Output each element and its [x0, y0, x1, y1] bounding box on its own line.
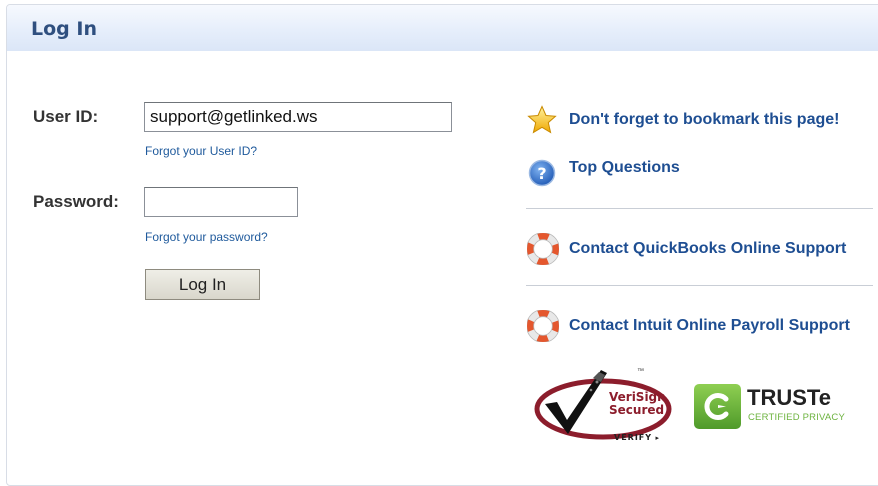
verisign-tm: ™: [637, 368, 644, 375]
divider: [526, 285, 873, 286]
question-icon: ?: [528, 159, 556, 192]
panel-header: [7, 5, 878, 51]
contact-quickbooks-support-link[interactable]: Contact QuickBooks Online Support: [569, 240, 846, 258]
verisign-line2: Secured: [609, 403, 665, 417]
lifebuoy-icon: [526, 232, 560, 270]
top-questions-link[interactable]: Top Questions: [569, 159, 680, 177]
truste-name: TRUSTe: [747, 385, 831, 410]
verisign-secured-badge[interactable]: VeriSign Secured VERIFY ▸ ™: [531, 364, 676, 446]
user-id-input[interactable]: [144, 102, 452, 132]
password-input[interactable]: [144, 187, 298, 217]
contact-payroll-support-link[interactable]: Contact Intuit Online Payroll Support: [569, 317, 850, 335]
truste-tagline: CERTIFIED PRIVACY: [748, 412, 846, 423]
forgot-password-link[interactable]: Forgot your password?: [145, 230, 268, 244]
divider: [526, 208, 873, 209]
star-icon: [527, 105, 557, 140]
password-label: Password:: [33, 192, 119, 211]
bookmark-link[interactable]: Don't forget to bookmark this page!: [569, 111, 839, 129]
forgot-user-id-link[interactable]: Forgot your User ID?: [145, 144, 257, 158]
user-id-label: User ID:: [33, 107, 99, 126]
login-button[interactable]: Log In: [145, 269, 260, 300]
verisign-verify-label: VERIFY: [614, 433, 653, 442]
svg-text:?: ?: [537, 164, 546, 183]
lifebuoy-icon: [526, 309, 560, 347]
truste-logo-icon: [694, 384, 741, 429]
page-title: Log In: [31, 18, 97, 40]
truste-badge[interactable]: TRUSTe CERTIFIED PRIVACY: [694, 384, 864, 432]
